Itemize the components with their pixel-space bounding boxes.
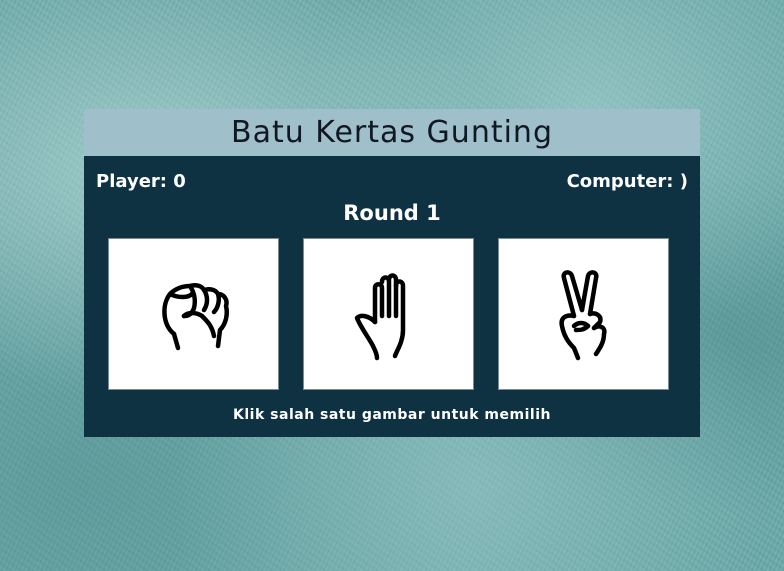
choice-list	[108, 238, 669, 390]
player-score: Player: 0	[96, 171, 186, 192]
game-panel: Batu Kertas Gunting Player: 0 Computer: …	[84, 109, 700, 437]
open-hand-icon	[354, 273, 405, 361]
choice-rock[interactable]	[108, 238, 279, 390]
score-row: Player: 0 Computer: )	[84, 168, 700, 202]
computer-score: Computer: )	[566, 171, 688, 192]
round-label: Round 1	[343, 201, 441, 225]
game-title: Batu Kertas Gunting	[231, 115, 553, 150]
choice-paper[interactable]	[303, 238, 474, 390]
fist-icon	[161, 282, 229, 351]
choice-scissors[interactable]	[498, 238, 669, 390]
peace-hand-icon	[558, 270, 607, 361]
instruction-text: Klik salah satu gambar untuk memilih	[233, 407, 551, 423]
title-bar: Batu Kertas Gunting	[84, 109, 700, 156]
